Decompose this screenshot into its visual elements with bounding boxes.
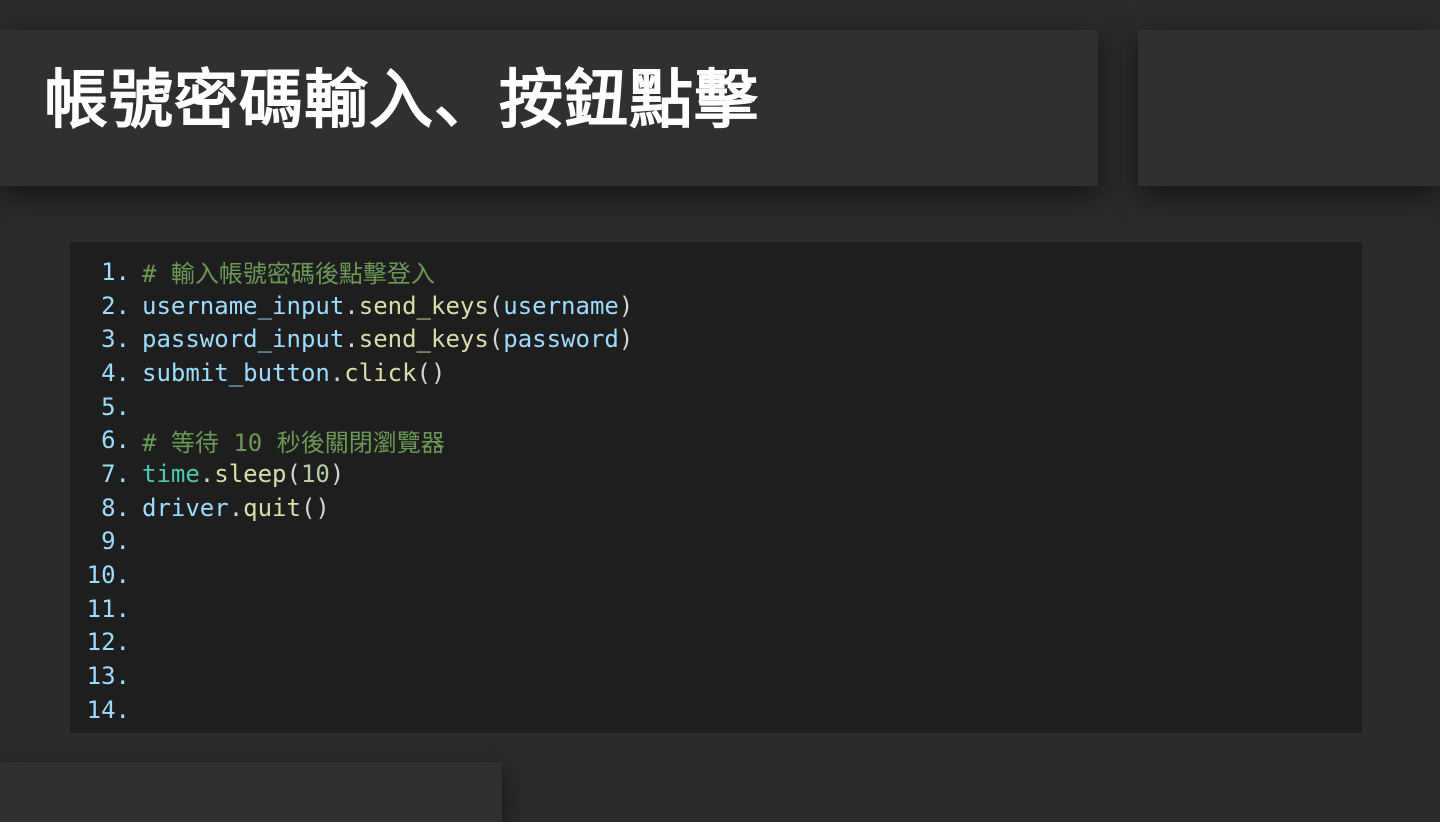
- code-text: time.sleep(10): [142, 460, 344, 488]
- code-text: username_input.send_keys(username): [142, 292, 633, 320]
- code-token: (): [416, 358, 446, 387]
- line-number: 11.: [86, 594, 130, 623]
- code-token: ): [329, 459, 345, 488]
- code-token: # 等待 10 秒後關閉瀏覽器: [142, 428, 445, 457]
- line-number: 12.: [86, 628, 130, 657]
- code-token: (): [300, 493, 330, 522]
- code-token: click: [344, 358, 417, 387]
- code-line: 6. # 等待 10 秒後關閉瀏覽器: [70, 423, 1362, 457]
- code-token: ): [618, 291, 634, 320]
- decorative-panel-bottom: [0, 762, 502, 822]
- code-line: 8. driver.quit(): [70, 491, 1362, 525]
- code-token: password_input: [142, 325, 345, 354]
- code-text: # 輸入帳號密碼後點擊登入: [142, 254, 435, 289]
- code-line: 2. username_input.send_keys(username): [70, 289, 1362, 323]
- code-token: username: [503, 291, 619, 320]
- decorative-panel-right: [1138, 30, 1440, 186]
- code-token: (: [286, 459, 301, 488]
- code-line: 12.: [70, 626, 1362, 660]
- code-line: 11.: [70, 592, 1362, 626]
- code-token: time: [142, 459, 200, 488]
- code-line: 5.: [70, 390, 1362, 424]
- line-number: 8.: [101, 493, 130, 522]
- code-token: send_keys: [358, 291, 489, 320]
- code-line: 4. submit_button.click(): [70, 356, 1362, 390]
- code-token: .: [228, 493, 244, 522]
- line-number: 2.: [101, 291, 130, 320]
- code-token: # 輸入帳號密碼後點擊登入: [142, 260, 435, 289]
- code-token: send_keys: [358, 325, 489, 354]
- code-token: 10: [300, 459, 330, 488]
- code-token: .: [344, 325, 359, 354]
- line-number: 7.: [101, 459, 130, 488]
- code-token: .: [199, 459, 215, 488]
- code-token: .: [329, 358, 345, 387]
- line-number: 3.: [101, 325, 130, 354]
- code-block: 1. # 輸入帳號密碼後點擊登入 2. username_input.send_key…: [70, 242, 1362, 733]
- line-number: 14.: [86, 695, 130, 724]
- code-line: 14.: [70, 693, 1362, 727]
- code-token: driver: [142, 493, 229, 522]
- code-text: driver.quit(): [142, 494, 330, 522]
- slide-title: 帳號密碼輸入、按鈕點擊: [44, 64, 759, 138]
- code-text: password_input.send_keys(password): [142, 325, 633, 353]
- line-number: 4.: [101, 358, 130, 387]
- line-number: 6.: [101, 426, 130, 455]
- code-token: sleep: [214, 459, 287, 488]
- line-number: 13.: [86, 662, 130, 691]
- code-token: password: [503, 325, 619, 354]
- code-token: (: [488, 325, 504, 354]
- code-line: 3. password_input.send_keys(password): [70, 322, 1362, 356]
- line-number: 9.: [101, 527, 130, 556]
- code-token: ): [618, 325, 634, 354]
- code-line: 13.: [70, 659, 1362, 693]
- code-token: .: [344, 291, 359, 320]
- line-number: 10.: [86, 561, 130, 590]
- code-token: username_input: [142, 291, 345, 320]
- code-token: quit: [243, 493, 301, 522]
- code-text: submit_button.click(): [142, 359, 445, 387]
- code-text: # 等待 10 秒後關閉瀏覽器: [142, 423, 445, 458]
- code-line: 9.: [70, 525, 1362, 559]
- line-number: 1.: [101, 257, 130, 286]
- code-token: submit_button: [142, 358, 330, 387]
- code-line: 1. # 輸入帳號密碼後點擊登入: [70, 255, 1362, 289]
- code-token: (: [488, 291, 504, 320]
- code-line: 10.: [70, 558, 1362, 592]
- line-number: 5.: [101, 392, 130, 421]
- code-line: 7. time.sleep(10): [70, 457, 1362, 491]
